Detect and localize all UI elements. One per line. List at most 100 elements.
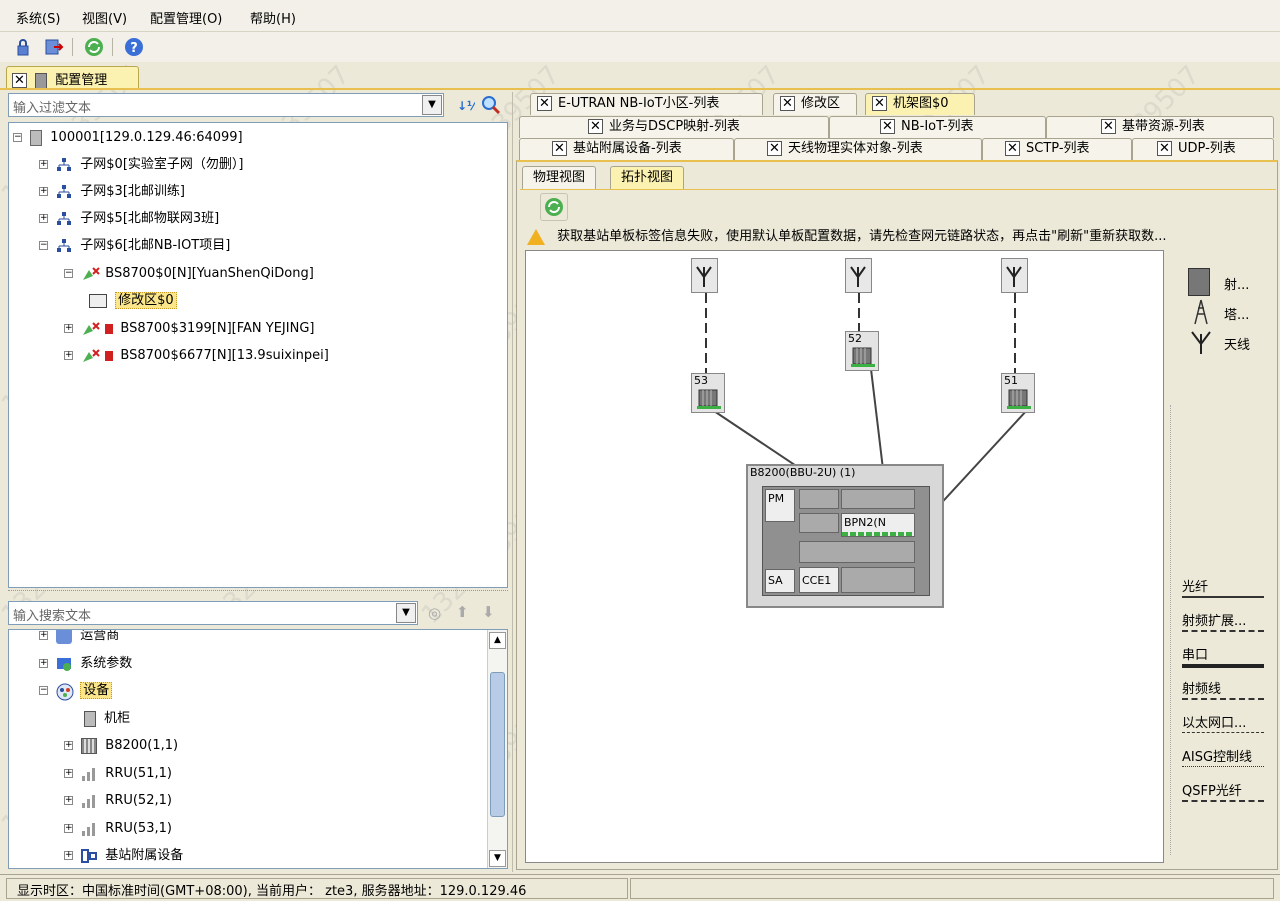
legend-rf-extension: 射频扩展... — [1182, 610, 1264, 632]
tab-antenna-entity[interactable]: ✕ 天线物理实体对象-列表 — [734, 138, 982, 160]
close-icon[interactable]: ✕ — [780, 96, 795, 111]
splitter-handle[interactable] — [8, 590, 508, 596]
binoculars-icon[interactable]: ◎ — [428, 604, 441, 622]
menu-config[interactable]: 配置管理(O) — [150, 8, 222, 27]
close-icon[interactable]: ✕ — [1005, 141, 1020, 156]
tree-node-root[interactable]: − 100001[129.0.129.46:64099] — [13, 127, 243, 149]
legend-ethernet: 以太网口... — [1182, 712, 1264, 733]
tree-node-cabinet[interactable]: 机柜 — [84, 708, 130, 730]
tree-node-subnet3[interactable]: + 子网$3[北邮训练] — [39, 181, 185, 203]
tree-node-device[interactable]: − 设备 — [39, 680, 113, 702]
close-icon[interactable]: ✕ — [1101, 119, 1116, 134]
close-icon[interactable]: ✕ — [12, 73, 27, 88]
tree-node-rru51[interactable]: + RRU(51,1) — [64, 763, 172, 785]
close-icon[interactable]: ✕ — [880, 119, 895, 134]
rru-51[interactable]: 51 — [1001, 373, 1035, 413]
tab-nbiot-list[interactable]: ✕ NB-IoT-列表 — [829, 116, 1046, 138]
board-pm[interactable]: PM — [765, 489, 795, 522]
tab-udp-list[interactable]: ✕ UDP-列表 — [1132, 138, 1274, 160]
tree-node-edit-area[interactable]: 修改区$0 — [89, 290, 177, 312]
logout-icon[interactable] — [42, 36, 64, 58]
board-cce1[interactable]: CCE1 — [799, 567, 839, 593]
tree-node-subnet6[interactable]: − 子网$6[北邮NB-IOT项目] — [39, 235, 230, 257]
tree-node-subnet0[interactable]: + 子网$0[实验室子网（勿删）] — [39, 154, 243, 176]
close-icon[interactable]: ✕ — [552, 141, 567, 156]
arrow-up-icon[interactable]: ⬆ — [456, 603, 469, 621]
refresh-button[interactable] — [540, 193, 568, 221]
topology-canvas[interactable]: 53 52 51 B8200(BBU-2U) (1) PM SA BPN2(N … — [525, 250, 1164, 863]
tab-config-management[interactable]: ✕ 配置管理 — [6, 66, 139, 89]
expand-icon[interactable]: + — [39, 659, 48, 668]
expand-icon[interactable]: + — [64, 824, 73, 833]
legend-antenna: 天线 — [1188, 328, 1278, 356]
board-sa[interactable]: SA — [765, 569, 795, 593]
expand-icon[interactable]: + — [64, 741, 73, 750]
expand-icon[interactable]: + — [64, 769, 73, 778]
tree-node-system-params[interactable]: + 系统参数 — [39, 653, 132, 675]
tab-accessory-list[interactable]: ✕ 基站附属设备-列表 — [519, 138, 734, 160]
tab-eutran-nbiot[interactable]: ✕ E-UTRAN NB-IoT小区-列表 — [530, 93, 763, 115]
rru-icon — [851, 347, 875, 367]
scrollbar[interactable]: ▲ ▼ — [487, 630, 507, 868]
tree-node-bs8700-0[interactable]: − BS8700$0[N][YuanShenQiDong] — [64, 263, 314, 285]
expand-icon[interactable]: + — [64, 324, 73, 333]
antenna-icon[interactable] — [1001, 258, 1028, 293]
collapse-icon[interactable]: − — [64, 269, 73, 278]
expand-icon[interactable]: + — [39, 631, 48, 640]
lock-icon[interactable] — [12, 36, 34, 58]
search-icon[interactable] — [480, 94, 502, 116]
tab-rack-diagram[interactable]: ✕ 机架图$0 — [865, 93, 975, 115]
chevron-down-icon[interactable]: ▼ — [422, 95, 442, 115]
tab-physical-view[interactable]: 物理视图 — [522, 166, 597, 189]
tab-sctp-list[interactable]: ✕ SCTP-列表 — [982, 138, 1132, 160]
search-input[interactable]: 输入搜索文本 — [8, 601, 418, 625]
expand-icon[interactable]: + — [39, 214, 48, 223]
menu-help[interactable]: 帮助(H) — [250, 8, 296, 27]
antenna-icon[interactable] — [845, 258, 872, 293]
tab-topology-view[interactable]: 拓扑视图 — [610, 166, 685, 189]
tree-node-b8200[interactable]: + B8200(1,1) — [64, 735, 178, 757]
tree-node-bs8700-6677[interactable]: + BS8700$6677[N][13.9suixinpei] — [64, 345, 329, 367]
tree-node-accessory[interactable]: + 基站附属设备 — [64, 845, 183, 867]
tab-dscp-mapping[interactable]: ✕ 业务与DSCP映射-列表 — [519, 116, 829, 138]
refresh-icon[interactable] — [83, 36, 105, 58]
board-bpn2[interactable]: BPN2(N — [841, 513, 915, 537]
filter-input[interactable]: 输入过滤文本 — [8, 93, 444, 117]
scroll-up-icon[interactable]: ▲ — [489, 632, 506, 649]
menu-system[interactable]: 系统(S) — [16, 8, 60, 27]
legend-qsfp: QSFP光纤 — [1182, 780, 1264, 802]
menu-view[interactable]: 视图(V) — [82, 8, 127, 27]
collapse-icon[interactable]: − — [39, 686, 48, 695]
tree-node-bs8700-3199[interactable]: + BS8700$3199[N][FAN YEJING] — [64, 318, 314, 340]
rru-icon — [81, 821, 97, 837]
expand-icon[interactable]: + — [39, 160, 48, 169]
arrow-down-icon[interactable]: ⬇ — [482, 603, 495, 621]
tree-node-subnet5[interactable]: + 子网$5[北邮物联网3班] — [39, 208, 219, 230]
scroll-down-icon[interactable]: ▼ — [489, 850, 506, 867]
sort-icon[interactable]: ↓½ — [455, 95, 479, 115]
device-tree: + 运营商 + 系统参数 − 设备 机柜 + B8200(1,1) + RRU(… — [8, 629, 508, 869]
collapse-icon[interactable]: − — [13, 133, 22, 142]
rru-53[interactable]: 53 — [691, 373, 725, 413]
tree-node-rru52[interactable]: + RRU(52,1) — [64, 790, 172, 812]
help-icon[interactable]: ? — [123, 36, 145, 58]
tab-baseband-resource[interactable]: ✕ 基带资源-列表 — [1046, 116, 1274, 138]
close-icon[interactable]: ✕ — [588, 119, 603, 134]
expand-icon[interactable]: + — [64, 796, 73, 805]
chevron-down-icon[interactable]: ▼ — [396, 603, 416, 623]
expand-icon[interactable]: + — [64, 851, 73, 860]
expand-icon[interactable]: + — [64, 351, 73, 360]
collapse-icon[interactable]: − — [39, 241, 48, 250]
rru-52[interactable]: 52 — [845, 331, 879, 371]
antenna-icon[interactable] — [691, 258, 718, 293]
tree-node-operator[interactable]: + 运营商 — [39, 630, 119, 647]
close-icon[interactable]: ✕ — [1157, 141, 1172, 156]
tree-node-rru53[interactable]: + RRU(53,1) — [64, 818, 172, 840]
expand-icon[interactable]: + — [39, 187, 48, 196]
close-icon[interactable]: ✕ — [537, 96, 552, 111]
close-icon[interactable]: ✕ — [767, 141, 782, 156]
scroll-thumb[interactable] — [490, 672, 505, 817]
bbu-b8200[interactable]: B8200(BBU-2U) (1) PM SA BPN2(N CCE1 — [746, 464, 944, 608]
tab-edit-area[interactable]: ✕ 修改区 — [773, 93, 857, 115]
close-icon[interactable]: ✕ — [872, 96, 887, 111]
